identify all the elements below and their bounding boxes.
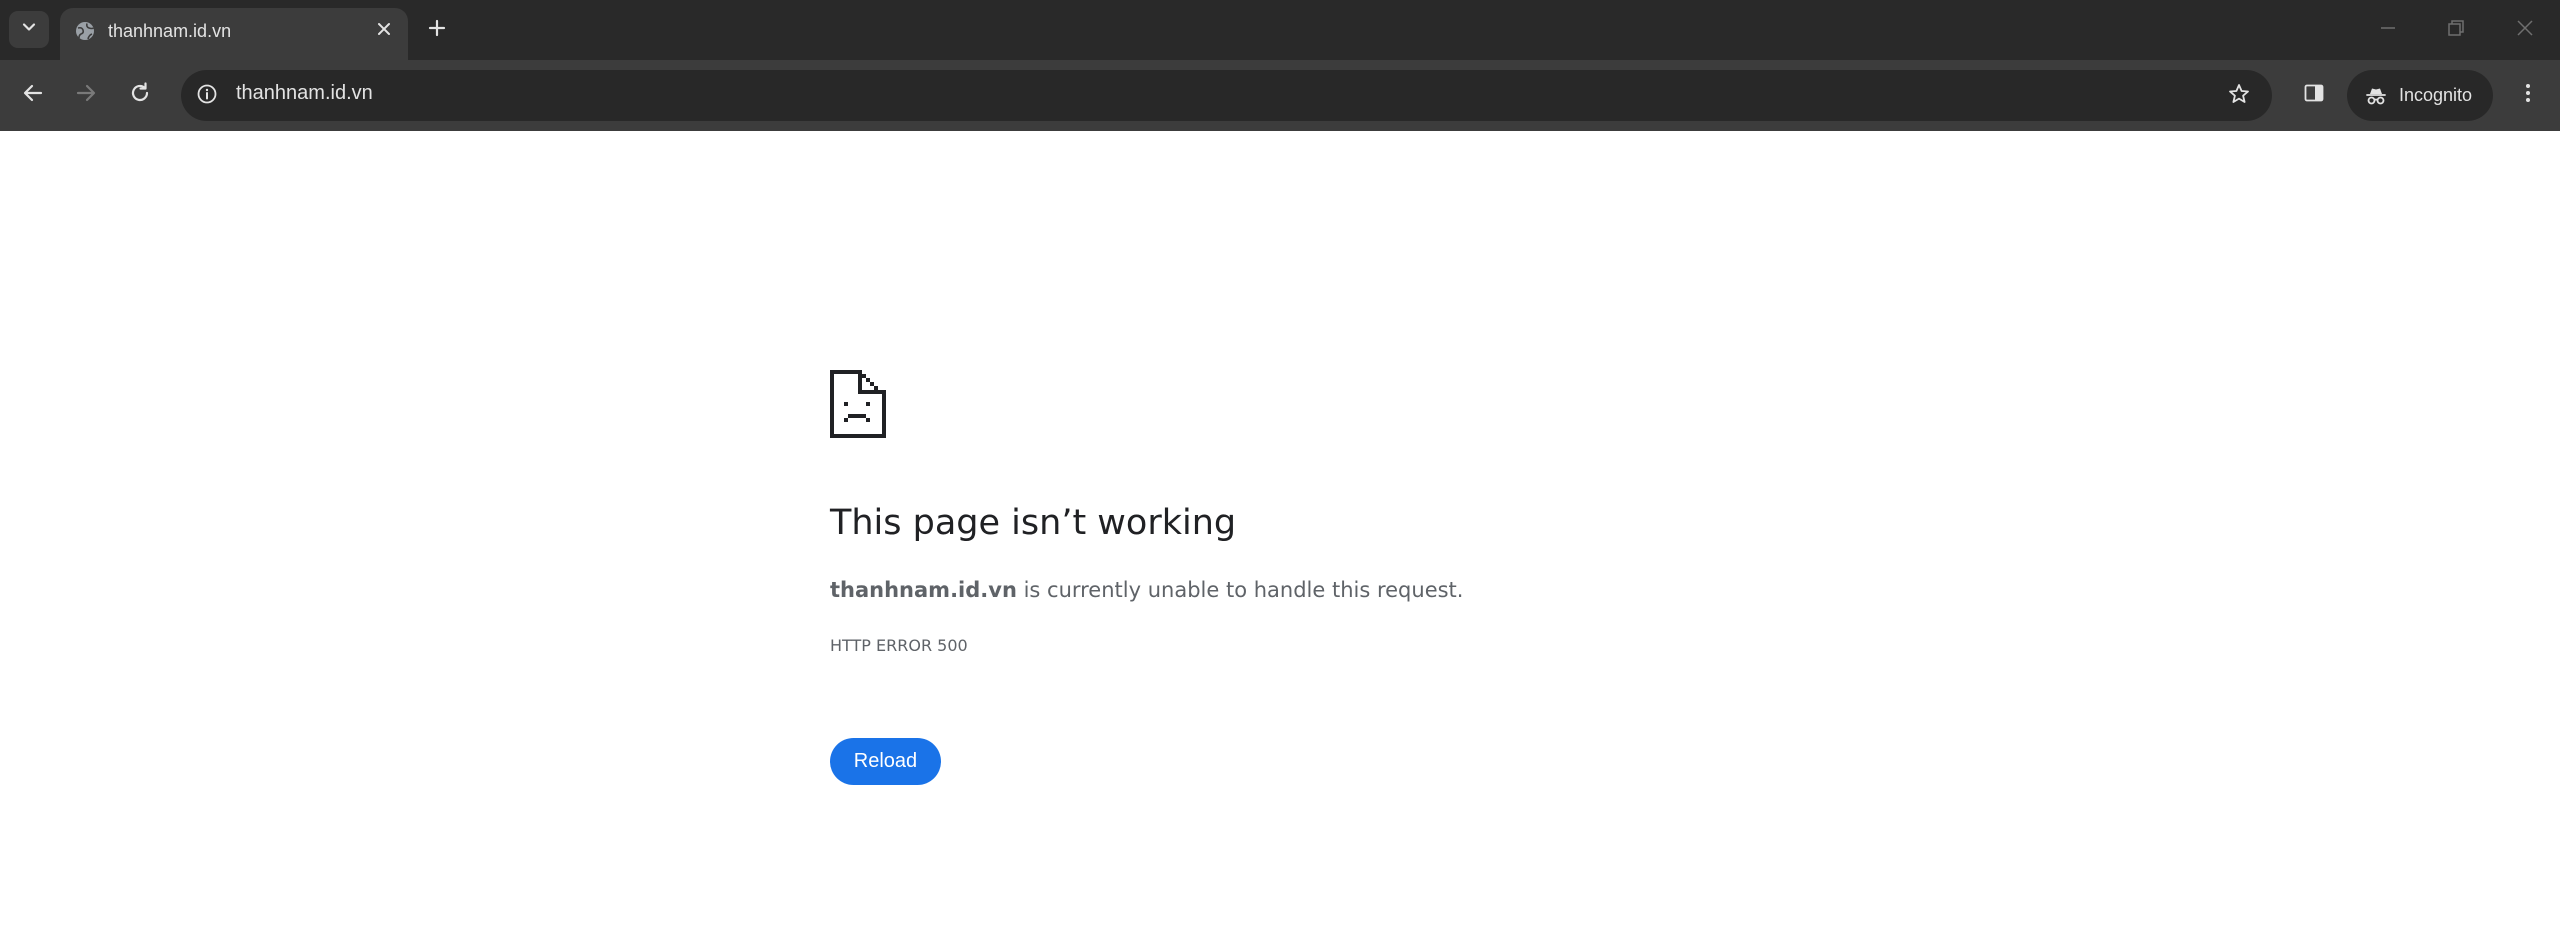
sad-document-icon xyxy=(830,370,886,438)
error-description: thanhnam.id.vn is currently unable to ha… xyxy=(830,578,1463,602)
back-button[interactable] xyxy=(13,75,53,115)
chevron-down-icon xyxy=(20,18,38,41)
tab-title: thanhnam.id.vn xyxy=(108,21,232,41)
arrow-left-icon xyxy=(21,81,45,110)
browser-menu-button[interactable] xyxy=(2508,75,2548,115)
side-panel-icon xyxy=(2302,81,2326,110)
tab-strip: thanhnam.id.vn xyxy=(0,0,2560,60)
restore-button[interactable] xyxy=(2426,8,2486,52)
url-text[interactable]: thanhnam.id.vn xyxy=(236,82,373,105)
close-icon xyxy=(376,21,392,42)
new-tab-button[interactable] xyxy=(419,12,455,48)
refresh-icon xyxy=(128,81,152,110)
reload-button[interactable]: Reload xyxy=(830,738,941,785)
close-icon xyxy=(2515,18,2535,43)
restore-icon xyxy=(2446,18,2466,43)
minimize-icon xyxy=(2378,18,2398,43)
address-bar[interactable]: thanhnam.id.vn xyxy=(181,70,2272,121)
forward-button[interactable] xyxy=(66,75,106,115)
minimize-button[interactable] xyxy=(2358,8,2418,52)
error-message: is currently unable to handle this reque… xyxy=(1016,578,1464,602)
error-heading: This page isn’t working xyxy=(830,503,1237,543)
tab-close-button[interactable] xyxy=(370,17,398,45)
star-icon xyxy=(2227,82,2251,111)
bookmark-button[interactable] xyxy=(2224,81,2254,111)
incognito-label: Incognito xyxy=(2399,85,2473,105)
page-content: This page isn’t working thanhnam.id.vn i… xyxy=(0,131,2560,941)
error-code: HTTP ERROR 500 xyxy=(830,636,968,655)
globe-icon xyxy=(73,19,97,43)
browser-toolbar: thanhnam.id.vn Incognito xyxy=(0,60,2560,131)
tab-search-button[interactable] xyxy=(9,11,49,48)
arrow-right-icon xyxy=(74,81,98,110)
side-panel-button[interactable] xyxy=(2294,75,2334,115)
kebab-menu-icon xyxy=(2516,81,2540,110)
incognito-icon xyxy=(2363,83,2389,109)
site-info-button[interactable] xyxy=(193,82,221,110)
info-icon xyxy=(196,83,218,110)
plus-icon xyxy=(427,18,447,43)
reload-toolbar-button[interactable] xyxy=(120,75,160,115)
close-window-button[interactable] xyxy=(2495,8,2555,52)
incognito-profile-button[interactable]: Incognito xyxy=(2347,70,2493,121)
error-host: thanhnam.id.vn xyxy=(830,578,1017,602)
active-tab[interactable]: thanhnam.id.vn xyxy=(60,8,408,60)
